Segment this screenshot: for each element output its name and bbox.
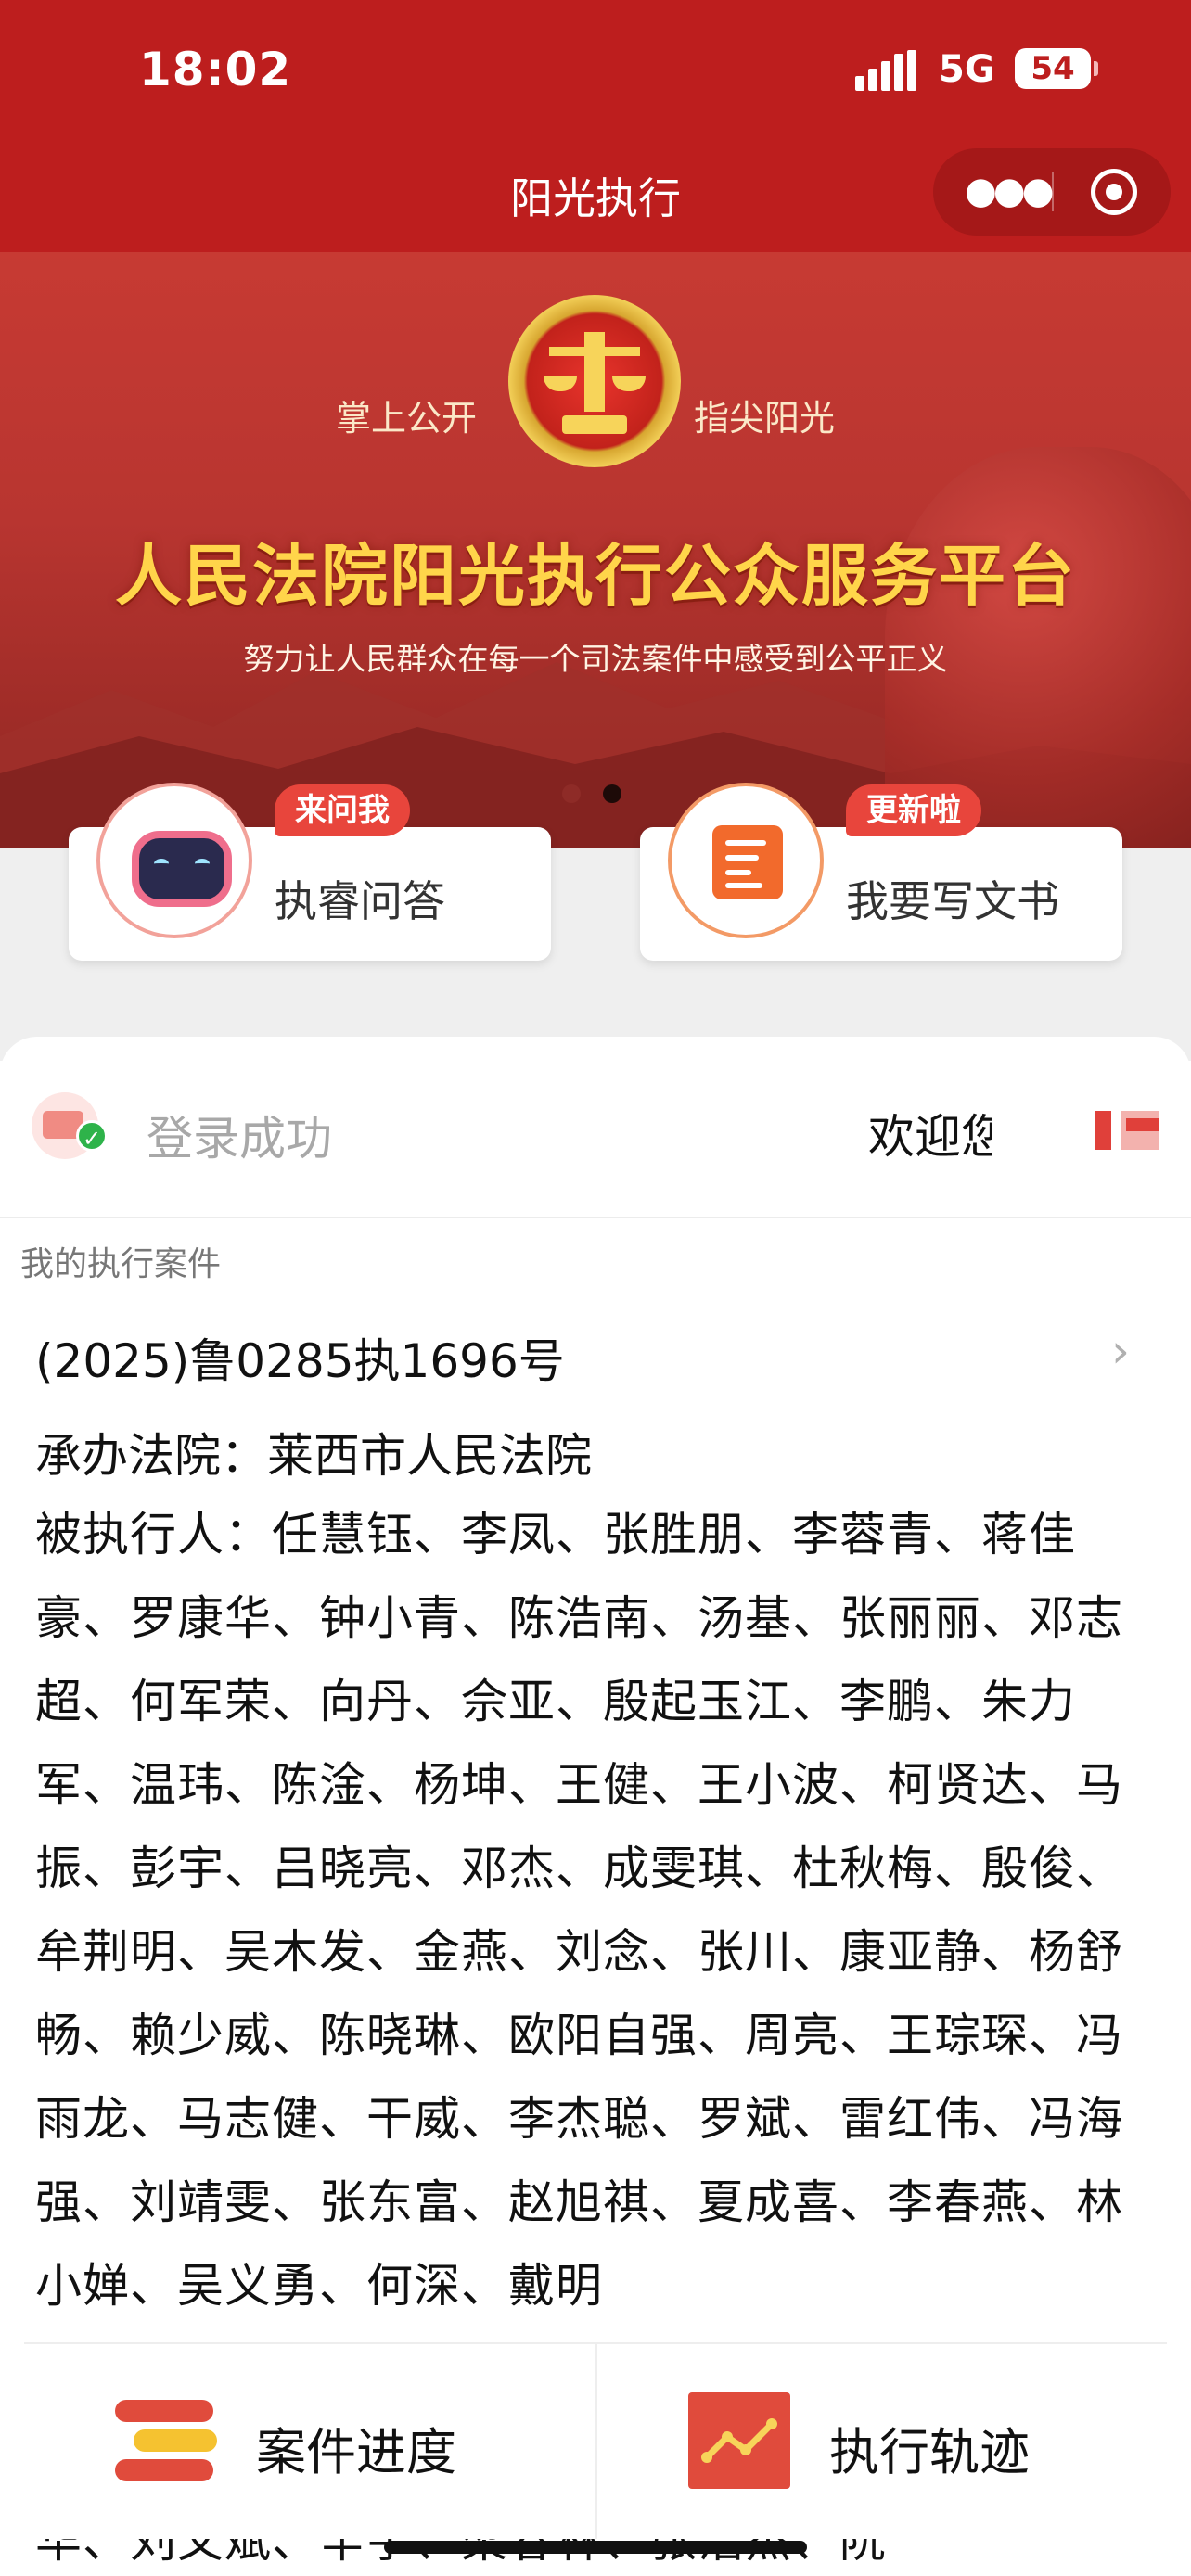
id-card-check-icon: ✓ [32, 1092, 108, 1159]
mini-program-capsule: ●●● [933, 148, 1171, 236]
feature-card-write-document[interactable]: 更新啦 我要写文书 [640, 783, 1122, 961]
case-court: 承办法院：莱西市人民法院 [35, 1429, 592, 1483]
flag-icon [1095, 1111, 1169, 1150]
home-indicator[interactable] [384, 2541, 807, 2554]
court-emblem-icon [508, 295, 681, 467]
feature-badge: 更新啦 [846, 784, 981, 836]
more-dots-icon[interactable]: ●●● [965, 172, 1055, 210]
bottom-action-bar: 案件进度 执行轨迹 [24, 2342, 1167, 2539]
capsule-divider [1052, 172, 1054, 211]
robot-icon [96, 783, 252, 938]
banner-title: 人民法院阳光执行公众服务平台 [114, 537, 1076, 615]
section-divider [0, 1217, 1191, 1218]
progress-list-icon [115, 2392, 217, 2489]
signal-icon [855, 50, 920, 91]
carousel-indicator[interactable] [562, 784, 644, 807]
login-status-text: 登录成功 [147, 1112, 332, 1166]
section-title: 我的执行案件 [20, 1245, 222, 1283]
target-icon[interactable] [1091, 169, 1137, 215]
case-number[interactable]: (2025)鲁0285执1696号 [35, 1324, 565, 1391]
nav-label: 执行轨迹 [829, 2423, 1030, 2481]
status-time: 18:02 [139, 43, 292, 96]
execution-track-button[interactable]: 执行轨迹 [596, 2344, 1169, 2539]
case-parties: 被执行人：任慧钰、李凤、张胜朋、李蓉青、蒋佳豪、罗康华、钟小青、陈浩南、汤基、张… [35, 1508, 1123, 2313]
feature-card-qa[interactable]: 来问我 执睿问答 [69, 783, 551, 961]
trend-line-icon [688, 2392, 790, 2489]
document-edit-icon [668, 783, 824, 938]
battery-icon: 54 [1015, 48, 1098, 89]
case-progress-button[interactable]: 案件进度 [24, 2344, 596, 2539]
chevron-right-icon[interactable]: › [1111, 1324, 1130, 1378]
carousel-dot-1[interactable] [562, 784, 581, 803]
banner-slogan-left: 掌上公开 [336, 398, 478, 439]
banner-subtitle: 努力让人民群众在每一个司法案件中感受到公平正义 [243, 641, 948, 677]
app-header: 18:02 5G 54 阳光执行 ●●● [0, 0, 1191, 252]
feature-badge: 来问我 [275, 784, 410, 836]
network-type: 5G [939, 48, 995, 91]
banner-slogan-right: 指尖阳光 [694, 398, 836, 439]
feature-label: 执睿问答 [275, 876, 445, 926]
hero-banner[interactable]: 掌上公开 指尖阳光 人民法院阳光执行公众服务平台 努力让人民群众在每一个司法案件… [0, 252, 1191, 848]
welcome-marquee: 欢迎您 [868, 1110, 992, 1164]
carousel-dot-2[interactable] [603, 784, 621, 803]
feature-label: 我要写文书 [846, 876, 1059, 926]
nav-label: 案件进度 [256, 2423, 456, 2481]
